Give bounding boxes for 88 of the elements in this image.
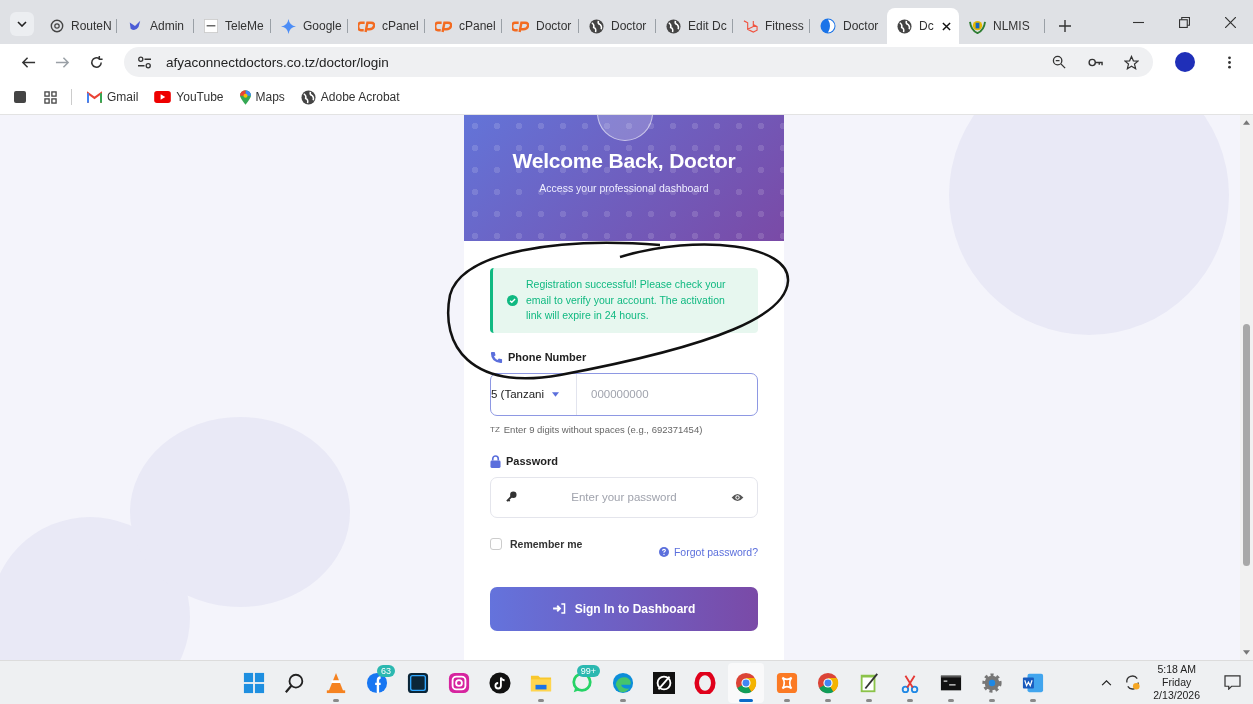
browser-tab[interactable]: NLMIS (959, 8, 1045, 44)
caret-icon (552, 391, 560, 397)
windows-logo-icon (243, 671, 265, 694)
gear-icon (981, 671, 1003, 694)
browser-tab[interactable]: Doctor (810, 8, 887, 44)
alert-message: Registration successful! Please check your email to verify your account. The activation link will expire in 24 hours. (526, 277, 727, 323)
browser-tab[interactable]: Edit Dc (656, 8, 733, 44)
check-circle-icon (507, 294, 518, 306)
chevron-up-icon (1101, 679, 1113, 686)
envelope-m-icon (87, 91, 102, 103)
browser-tab[interactable]: Doctor (579, 8, 656, 44)
field-label: Phone Number (508, 351, 587, 363)
browser-tab[interactable]: TeleMe (194, 8, 271, 44)
play-icon (154, 91, 172, 103)
close-icon[interactable] (942, 21, 951, 31)
globe-icon (589, 18, 604, 34)
sign-in-icon (552, 603, 566, 614)
welcome-title: Welcome Back, Doctor (512, 149, 736, 173)
scroll-down-icon[interactable] (1243, 650, 1250, 655)
knot-icon (50, 19, 64, 33)
forgot-password-link[interactable]: Forgot password? (673, 545, 758, 558)
lock-icon (490, 454, 501, 468)
address-bar[interactable]: afyaconnectdoctors.co.tz/doctor/login (124, 47, 1153, 77)
question-icon (658, 546, 669, 557)
country-select[interactable]: 5 (Tanzani (491, 373, 577, 415)
eye-icon[interactable] (731, 492, 744, 502)
square-icon (14, 91, 26, 103)
traffic-cone-icon (325, 671, 347, 694)
music-note-icon (489, 671, 511, 694)
browser-tab[interactable]: cPanel (348, 8, 425, 44)
browser-tab[interactable]: Fitness (733, 8, 810, 44)
scrollbar-thumb[interactable] (1243, 324, 1250, 566)
browser-tab[interactable]: Doctor (502, 8, 579, 44)
profile-avatar[interactable] (1175, 52, 1195, 72)
cp-logo-icon (358, 19, 375, 33)
browser-tab[interactable]: Dc (887, 8, 959, 44)
browser-tab[interactable]: Admin (117, 8, 194, 44)
bookmark-link[interactable]: YouTube (149, 87, 229, 107)
camera-icon (448, 671, 470, 694)
scroll-up-icon[interactable] (1243, 120, 1250, 125)
globe-icon (897, 18, 912, 34)
notification-count: 63 (377, 664, 395, 677)
ring-icon (694, 671, 716, 694)
emblem-icon (969, 18, 986, 34)
chrome-icon (817, 671, 839, 694)
scrollbar[interactable] (1240, 115, 1253, 660)
bookmark-link[interactable]: Gmail (82, 87, 144, 107)
notification-icon (1224, 675, 1241, 690)
browser-tab[interactable]: cPanel (425, 8, 502, 44)
checkbox-label: Remember me (510, 537, 583, 550)
bookmark-link[interactable]: Maps (234, 86, 290, 108)
sparkle-icon (281, 18, 296, 34)
page-icon (204, 19, 218, 33)
sync-icon (1124, 674, 1142, 691)
sign-in-button[interactable]: Sign In to Dashboard (490, 586, 758, 631)
caret-icon (17, 21, 27, 27)
browser-tab[interactable]: RouteN (40, 8, 117, 44)
phone-input[interactable]: 000000000 (577, 387, 757, 401)
password-field[interactable]: Enter your password (490, 476, 758, 518)
word-icon (1022, 671, 1044, 694)
globe-icon (666, 18, 681, 34)
field-label: Password (506, 455, 558, 467)
remember-checkbox[interactable] (490, 537, 502, 550)
notepad-icon (858, 671, 880, 694)
search-icon (284, 671, 306, 694)
half-circle-icon (820, 18, 836, 34)
map-pin-icon (239, 89, 251, 105)
cp-logo-icon (512, 19, 529, 33)
phone-icon (490, 350, 503, 364)
xampp-icon (776, 671, 798, 694)
url-text: afyaconnectdoctors.co.tz/doctor/login (166, 54, 390, 70)
tab-search-button[interactable] (10, 12, 34, 36)
globe-icon (300, 89, 316, 105)
country-code: TZ (490, 424, 500, 434)
bird-icon (127, 19, 143, 33)
cp-logo-icon (435, 19, 452, 33)
browser-tab[interactable]: Google (271, 8, 348, 44)
ps-tile-icon (407, 671, 429, 694)
cube-icon (743, 18, 758, 34)
key-icon (506, 490, 517, 502)
edge-icon (612, 671, 634, 694)
notification-count: 99+ (576, 664, 600, 677)
apps-grid-icon[interactable] (44, 90, 57, 104)
chrome-icon (735, 671, 757, 694)
bookmark-link[interactable]: Adobe Acrobat (295, 86, 405, 108)
system-clock[interactable]: 5:18 AM Friday 2/13/2026 (1153, 663, 1200, 702)
field-hint: Enter 9 digits without spaces (e.g., 692371454) (503, 423, 703, 435)
welcome-subtitle: Access your professional dashboard (539, 182, 709, 194)
